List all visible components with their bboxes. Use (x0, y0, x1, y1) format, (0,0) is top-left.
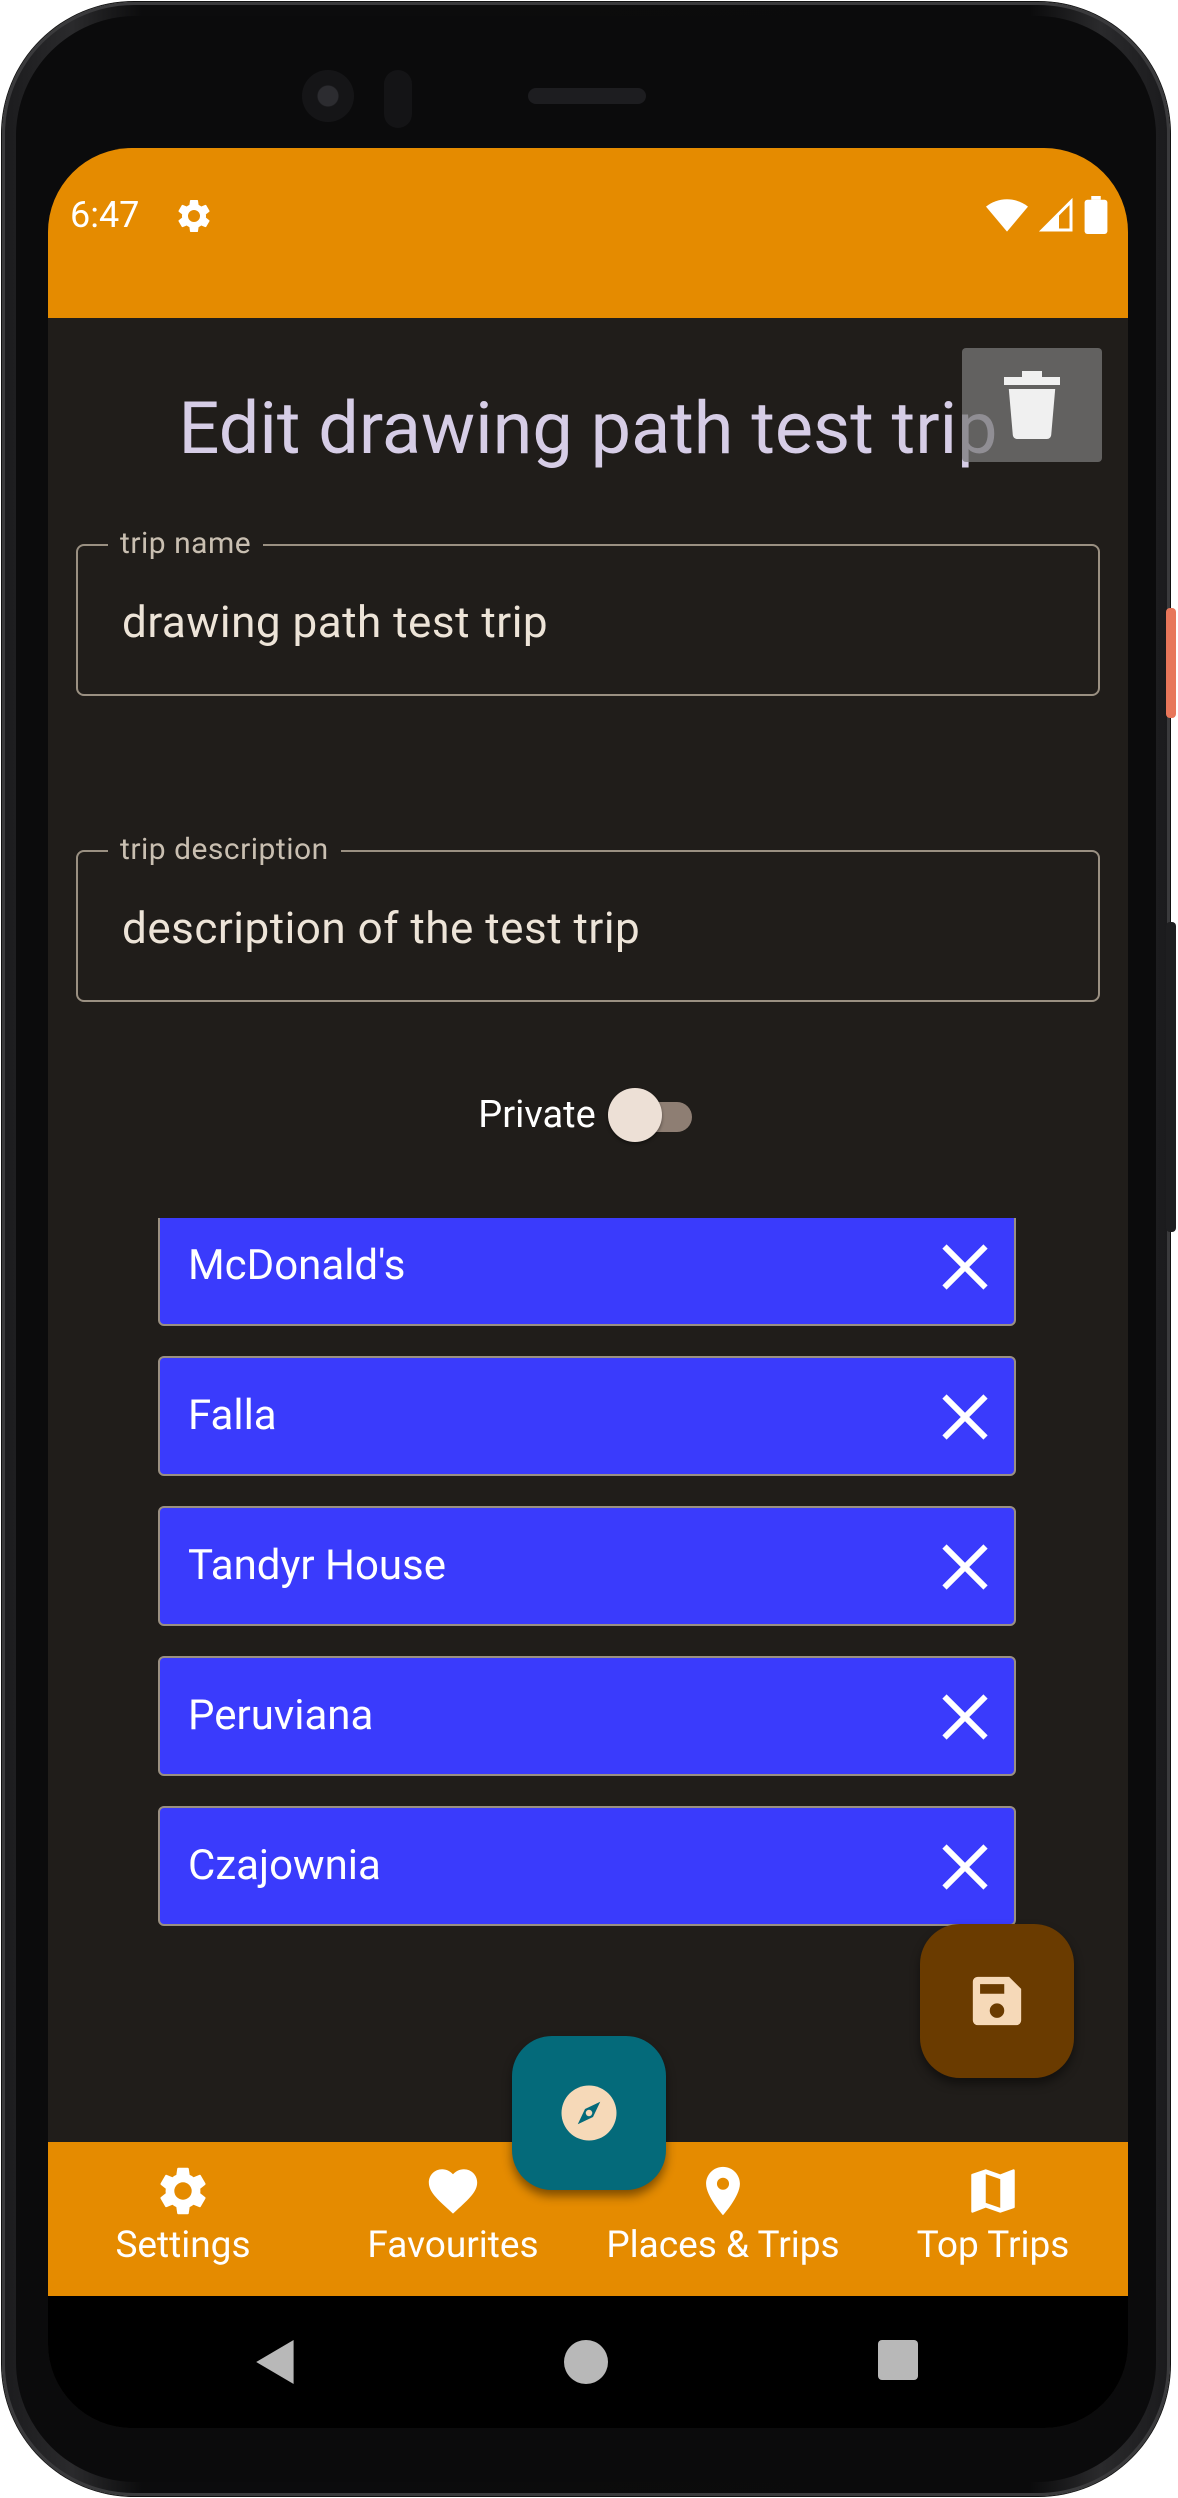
gear-icon (178, 199, 210, 232)
heart-icon (428, 2169, 478, 2214)
list-item[interactable]: Falla (158, 1356, 1016, 1476)
close-icon[interactable] (942, 1844, 988, 1890)
toggle-thumb (607, 1088, 662, 1142)
power-button (1166, 608, 1176, 718)
cell-signal-icon (1038, 197, 1073, 232)
private-row: Private (48, 1088, 1128, 1142)
save-button[interactable] (920, 1924, 1074, 2078)
nav-item-top-trips[interactable]: Top Trips (858, 2142, 1128, 2296)
trip-description-field[interactable]: trip description description of the test… (76, 832, 1100, 1002)
map-pin-icon (706, 2166, 740, 2216)
floppy-disk-icon (972, 1976, 1022, 2026)
compass-icon (561, 2085, 617, 2141)
private-toggle[interactable] (607, 1088, 698, 1142)
nav-item-settings[interactable]: Settings (48, 2142, 318, 2296)
trash-icon (1004, 371, 1060, 439)
status-time: 6:47 (70, 194, 140, 236)
map-icon (971, 2169, 1015, 2213)
place-name: McDonald's (188, 1241, 406, 1290)
trip-name-label: trip name (108, 526, 264, 561)
list-item[interactable]: McDonald's (158, 1218, 1016, 1326)
nav-label-settings: Settings (115, 2224, 251, 2267)
trip-name-field[interactable]: trip name drawing path test trip (76, 526, 1100, 696)
status-icons (986, 196, 1108, 234)
app-screen: 6:47 Edit drawing path test trip trip na… (48, 148, 1128, 2428)
nav-label-places-trips: Places & Trips (606, 2224, 840, 2267)
front-camera (302, 70, 354, 122)
close-icon[interactable] (942, 1544, 988, 1590)
trip-description-input[interactable]: description of the test trip (122, 902, 640, 954)
list-item[interactable]: Czajownia (158, 1806, 1016, 1926)
close-icon[interactable] (942, 1394, 988, 1440)
close-icon[interactable] (942, 1244, 988, 1290)
private-label: Private (478, 1093, 596, 1137)
places-list[interactable]: McDonald's Falla Tandyr House Peruviana (158, 1218, 1018, 1998)
earpiece-speaker (528, 88, 646, 104)
trip-name-input[interactable]: drawing path test trip (122, 596, 548, 648)
nav-label-favourites: Favourites (367, 2224, 539, 2267)
home-icon[interactable] (564, 2340, 608, 2384)
volume-button (1166, 922, 1176, 1232)
system-navigation-bar (48, 2296, 1128, 2428)
gear-icon (160, 2167, 206, 2215)
nav-label-top-trips: Top Trips (916, 2224, 1070, 2267)
place-name: Falla (188, 1391, 277, 1440)
wifi-icon (986, 199, 1028, 232)
place-name: Tandyr House (188, 1541, 447, 1590)
place-name: Czajownia (188, 1841, 381, 1890)
phone-frame: 6:47 Edit drawing path test trip trip na… (2, 2, 1176, 2496)
list-item[interactable]: Peruviana (158, 1656, 1016, 1776)
status-bar: 6:47 (48, 148, 1128, 318)
proximity-sensor (384, 70, 412, 128)
back-icon[interactable] (254, 2340, 298, 2384)
battery-icon (1084, 196, 1108, 234)
list-item[interactable]: Tandyr House (158, 1506, 1016, 1626)
delete-trip-button[interactable] (962, 348, 1102, 462)
place-name: Peruviana (188, 1691, 374, 1740)
explore-button[interactable] (512, 2036, 666, 2190)
close-icon[interactable] (942, 1694, 988, 1740)
recents-icon[interactable] (878, 2340, 918, 2380)
trip-description-label: trip description (108, 832, 341, 867)
